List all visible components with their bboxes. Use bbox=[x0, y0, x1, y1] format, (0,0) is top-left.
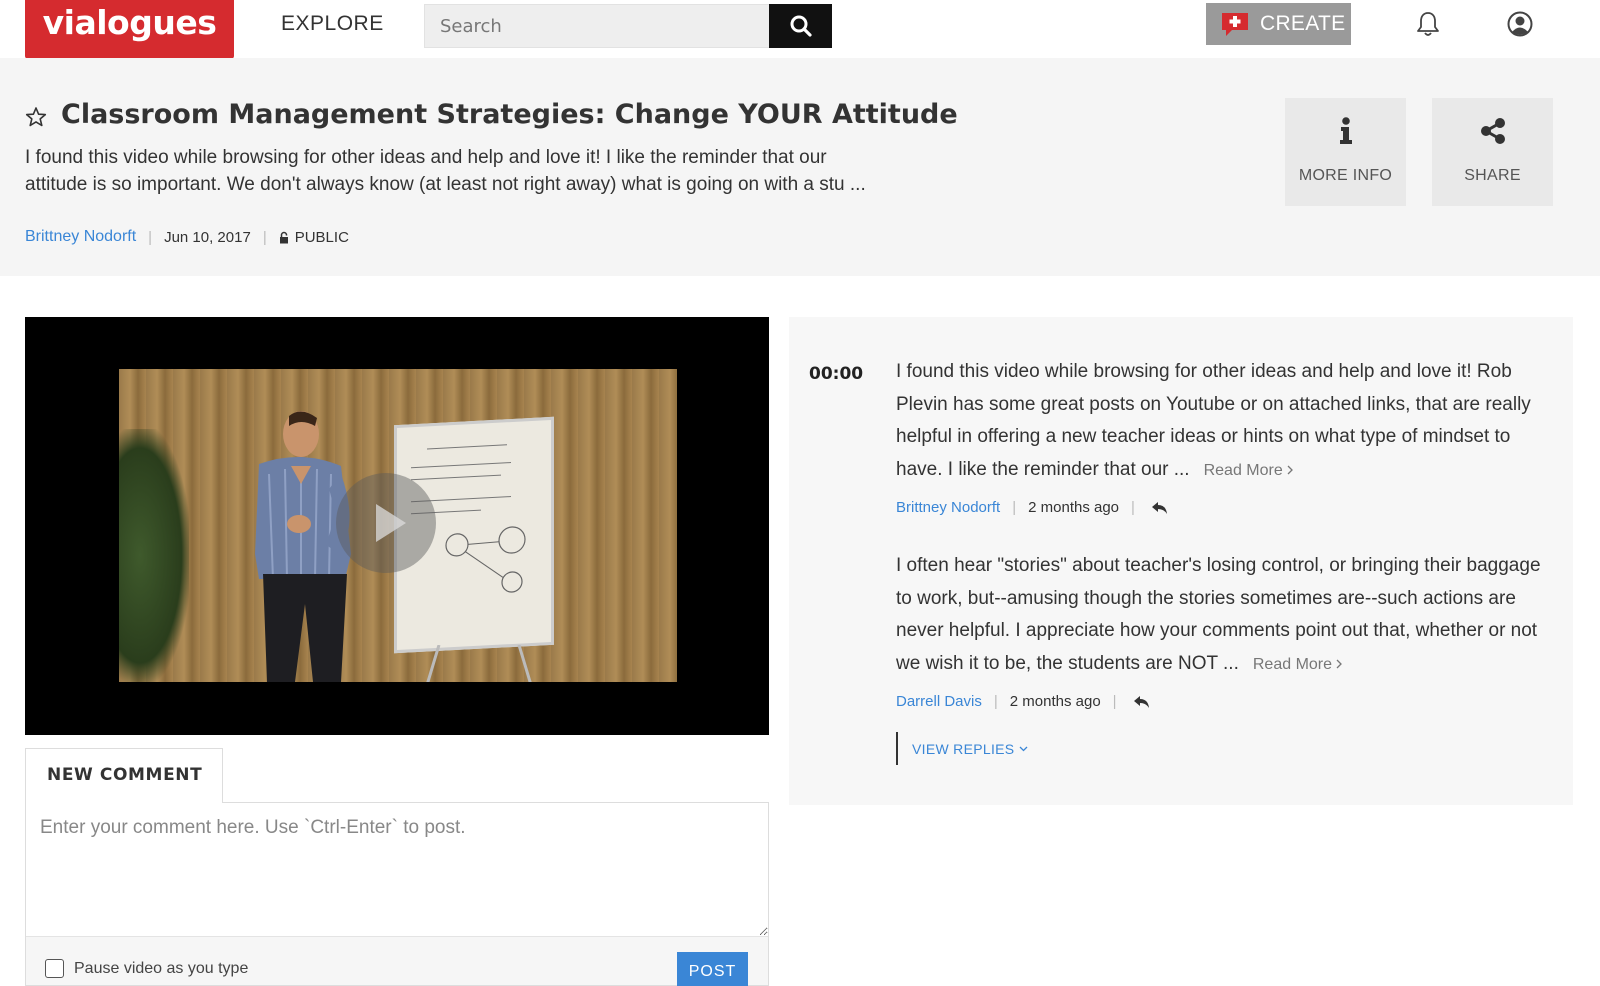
read-more-label: Read More bbox=[1252, 655, 1333, 673]
search-button[interactable] bbox=[769, 4, 832, 48]
visibility-label: PUBLIC bbox=[294, 228, 349, 246]
flipchart-stand bbox=[426, 645, 532, 682]
info-icon bbox=[1285, 116, 1406, 146]
more-info-button[interactable]: MORE INFO bbox=[1285, 98, 1406, 206]
comment-author-link[interactable]: Brittney Nodorft bbox=[896, 499, 1000, 516]
star-icon bbox=[25, 107, 47, 127]
comment-time: 2 months ago bbox=[1028, 499, 1120, 516]
read-more-label: Read More bbox=[1203, 461, 1283, 479]
lock-icon bbox=[279, 231, 288, 243]
vialogue-description: I found this video while browsing for ot… bbox=[25, 144, 925, 198]
separator: | bbox=[1112, 693, 1117, 710]
search-icon bbox=[790, 15, 812, 37]
create-label: CREATE bbox=[1260, 12, 1346, 35]
view-replies-label: VIEW REPLIES bbox=[912, 740, 1015, 757]
add-comment-icon bbox=[1222, 13, 1248, 36]
description-line-1: I found this video while browsing for ot… bbox=[25, 147, 827, 168]
separator: | bbox=[1131, 499, 1135, 516]
create-button[interactable]: CREATE bbox=[1206, 3, 1351, 45]
reply-icon bbox=[1133, 695, 1149, 708]
comment-meta: Brittney Nodorft | 2 months ago | bbox=[896, 499, 1169, 516]
description-line-2: attitude is so important. We don't alway… bbox=[25, 174, 866, 195]
user-avatar-icon bbox=[1507, 11, 1533, 37]
chevron-right-icon bbox=[1287, 465, 1294, 474]
share-button[interactable]: SHARE bbox=[1432, 98, 1553, 206]
created-date: Jun 10, 2017 bbox=[164, 228, 251, 246]
post-button[interactable]: POST bbox=[677, 952, 748, 986]
reply-button[interactable] bbox=[1151, 501, 1169, 515]
notifications-button[interactable] bbox=[1415, 10, 1441, 43]
chevron-right-icon bbox=[1337, 659, 1343, 668]
comment-text: I often hear "stories" about teacher's l… bbox=[896, 555, 1541, 674]
page-title: Classroom Management Strategies: Change … bbox=[61, 99, 958, 130]
comment-time: 2 months ago bbox=[1009, 693, 1101, 710]
separator: | bbox=[262, 228, 267, 246]
search-box bbox=[424, 4, 770, 48]
vialogue-meta: Brittney Nodorft | Jun 10, 2017 | PUBLIC bbox=[25, 228, 349, 246]
board-scribble bbox=[411, 474, 501, 481]
top-navbar: vialogues EXPLORE CREATE bbox=[0, 0, 1600, 74]
reply-icon bbox=[1151, 501, 1167, 514]
comment-input[interactable] bbox=[26, 803, 768, 937]
share-label: SHARE bbox=[1464, 167, 1521, 184]
play-button[interactable] bbox=[336, 473, 436, 573]
board-diagram bbox=[445, 526, 526, 593]
user-menu-button[interactable] bbox=[1506, 10, 1534, 43]
vialogues-logo[interactable]: vialogues bbox=[25, 0, 234, 74]
pause-video-checkbox[interactable] bbox=[45, 959, 64, 978]
tab-new-comment[interactable]: NEW COMMENT bbox=[25, 748, 223, 803]
chevron-down-icon bbox=[1019, 746, 1028, 751]
author-link[interactable]: Brittney Nodorft bbox=[25, 228, 136, 246]
comment-body: I often hear "stories" about teacher's l… bbox=[896, 550, 1546, 681]
read-more-link[interactable]: Read More bbox=[1204, 462, 1294, 479]
separator: | bbox=[1012, 499, 1017, 516]
comment-composer: Pause video as you type POST bbox=[25, 802, 769, 986]
separator: | bbox=[993, 693, 998, 710]
board-scribble bbox=[427, 444, 507, 450]
comment-timestamp[interactable]: 00:00 bbox=[809, 364, 863, 384]
read-more-link[interactable]: Read More bbox=[1253, 656, 1343, 673]
comment-body: I found this video while browsing for ot… bbox=[896, 356, 1546, 487]
favorite-button[interactable] bbox=[25, 106, 47, 133]
search-input[interactable] bbox=[425, 5, 770, 47]
separator: | bbox=[148, 228, 153, 246]
share-icon bbox=[1432, 116, 1553, 146]
pause-option: Pause video as you type bbox=[45, 959, 248, 978]
board-scribble bbox=[411, 462, 511, 469]
view-replies-link[interactable]: VIEW REPLIES bbox=[896, 732, 1028, 765]
tab-new-comment-label: NEW COMMENT bbox=[47, 765, 203, 785]
plant-in-video bbox=[119, 429, 189, 682]
logo-text: vialogues bbox=[42, 3, 217, 42]
reply-button[interactable] bbox=[1133, 695, 1151, 709]
comment-meta: Darrell Davis | 2 months ago | bbox=[896, 693, 1151, 710]
explore-link[interactable]: EXPLORE bbox=[281, 12, 384, 36]
pause-video-label: Pause video as you type bbox=[74, 959, 249, 977]
comment-author-link[interactable]: Darrell Davis bbox=[896, 693, 982, 710]
bell-icon bbox=[1417, 12, 1439, 36]
more-info-label: MORE INFO bbox=[1298, 167, 1393, 184]
